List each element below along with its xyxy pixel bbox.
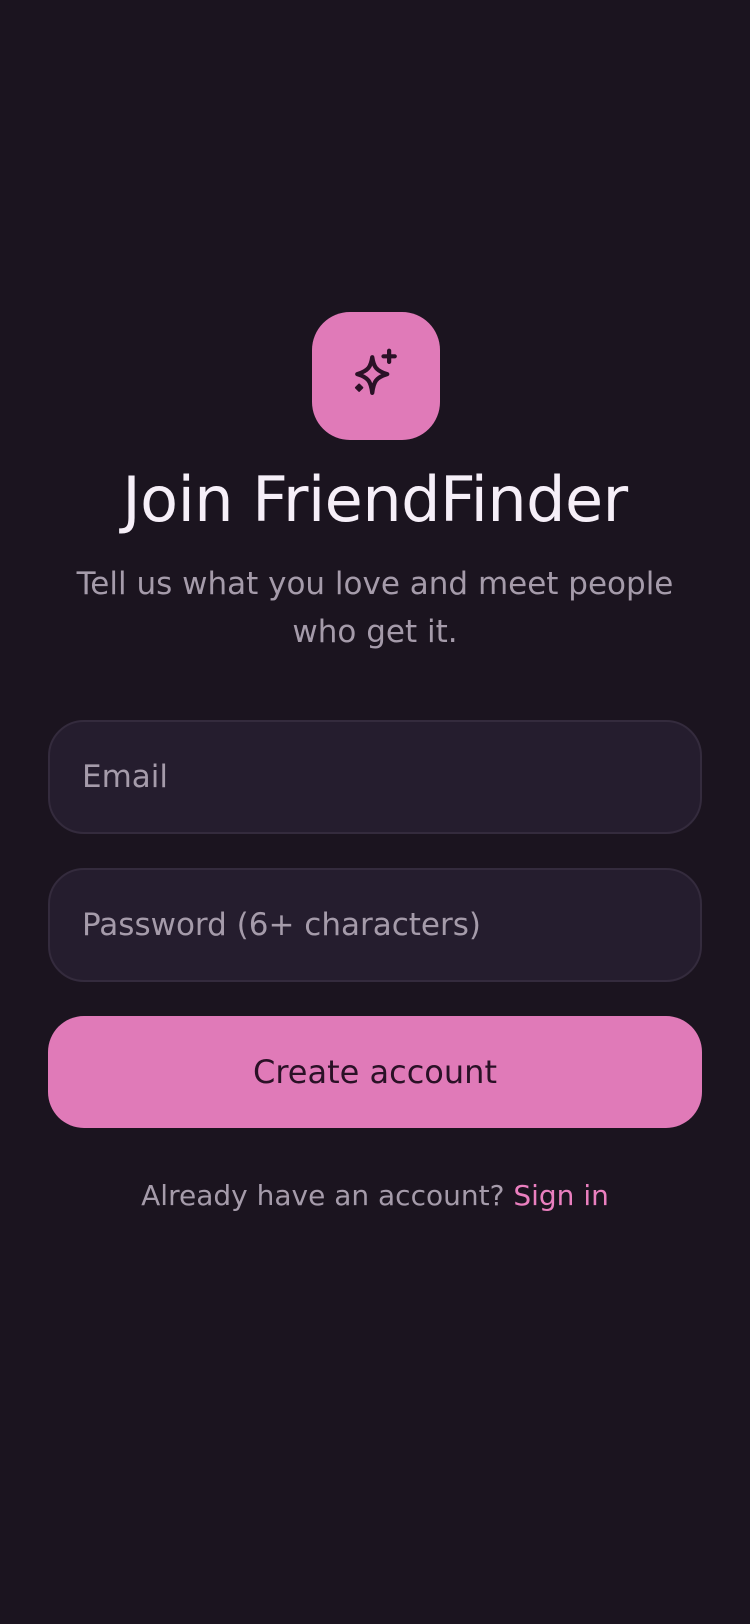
password-field-container[interactable] <box>48 868 702 982</box>
app-logo <box>312 312 440 440</box>
sign-in-link[interactable]: Sign in <box>513 1179 609 1212</box>
signup-screen: Join FriendFinder Tell us what you love … <box>0 0 750 1624</box>
page-title: Join FriendFinder <box>122 463 628 536</box>
email-field-container[interactable] <box>48 720 702 834</box>
sparkles-icon <box>346 346 406 406</box>
create-account-button[interactable]: Create account <box>48 1016 702 1128</box>
page-subtitle: Tell us what you love and meet people wh… <box>76 566 674 650</box>
password-field[interactable] <box>82 907 668 943</box>
signin-prompt: Already have an account? Sign in <box>0 1176 750 1216</box>
email-field[interactable] <box>82 759 668 795</box>
signin-prompt-text: Already have an account? <box>141 1179 505 1212</box>
